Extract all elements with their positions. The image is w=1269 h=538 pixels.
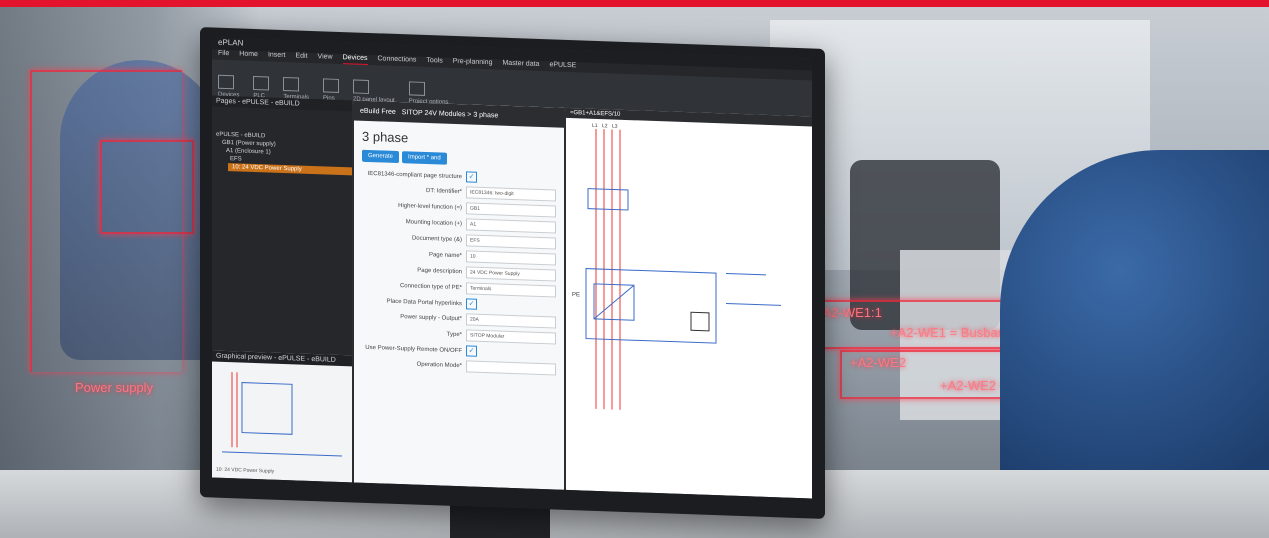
preview-schematic xyxy=(222,372,342,457)
ribbon-group-pins: Pins xyxy=(323,65,340,102)
operation-mode-select[interactable] xyxy=(466,360,556,376)
navigator-icon[interactable] xyxy=(218,74,234,90)
hologram-label-we2: +A2-WE2 xyxy=(850,355,906,370)
field-row: Mounting location (+) A1 xyxy=(362,215,556,234)
hologram-box-left xyxy=(100,140,194,234)
menu-master-data[interactable]: Master data xyxy=(502,60,539,71)
field-row: Document type (&) EFS xyxy=(362,231,556,250)
field-row: Operation Mode* xyxy=(362,357,556,376)
monitor: ePLAN File Home Insert Edit View Devices… xyxy=(200,27,825,519)
menu-pre-planning[interactable]: Pre-planning xyxy=(453,58,493,69)
dt-identifier-select[interactable]: IEC81346: two-digit xyxy=(466,186,556,202)
plc-icon[interactable] xyxy=(253,75,270,91)
generate-button[interactable]: Generate xyxy=(362,149,400,164)
schematic-drawing: PE L1 L2 L3 xyxy=(572,123,781,410)
menu-connections[interactable]: Connections xyxy=(378,55,417,66)
field-row: Connection type of PE* Terminals xyxy=(362,279,556,298)
ribbon-group-panel-layout: 2D panel layout xyxy=(353,66,395,104)
menu-edit[interactable]: Edit xyxy=(295,52,307,62)
document-type-field[interactable]: EFS xyxy=(466,234,556,250)
menu-epulse[interactable]: ePULSE xyxy=(549,61,576,72)
import-button[interactable]: Import * and xyxy=(402,151,447,165)
field-row: Higher-level function (=) GB1 xyxy=(362,199,556,218)
field-row: Type* SITOP Modular xyxy=(362,326,556,345)
field-row: Page name* 10 xyxy=(362,247,556,266)
brand-accent-bar xyxy=(0,0,1269,7)
project-options-icon[interactable] xyxy=(408,81,425,96)
hologram-label-we1: +A2-WE1:1 xyxy=(815,305,882,320)
terminal-icon[interactable] xyxy=(283,76,300,92)
menu-view[interactable]: View xyxy=(318,53,333,64)
ribbon-group-plc: PLC xyxy=(253,63,270,100)
ribbon-group-devices: Devices xyxy=(218,62,239,98)
status-text: 10: 24 VDC Power Supply xyxy=(216,466,275,475)
panel-layout-icon[interactable] xyxy=(353,79,370,94)
checkbox-iec-structure[interactable]: ✓ xyxy=(466,171,477,183)
form-actions: Generate Import * and xyxy=(362,149,556,169)
photo-scene: Power supply +A2-WE1:1 +A2-WE1 = Busbar … xyxy=(0,0,1269,538)
monitor-screen: ePLAN File Home Insert Edit View Devices… xyxy=(212,37,812,499)
menu-file[interactable]: File xyxy=(218,50,229,60)
schematic-l3-label: L3 xyxy=(612,123,618,129)
pages-navigator: Pages - ePULSE - eBUILD ePULSE - eBUILD … xyxy=(212,95,352,483)
schematic-pe-label: PE xyxy=(572,292,580,298)
graphical-preview: Graphical preview - ePULSE - eBUILD 10: … xyxy=(212,350,352,483)
pin-icon[interactable] xyxy=(323,78,340,93)
menu-tools[interactable]: Tools xyxy=(426,57,442,68)
field-row: Page description 24 VDC Power Supply xyxy=(362,263,556,282)
field-row: Power supply - Output* 20A xyxy=(362,310,556,329)
page-description-field[interactable]: 24 VDC Power Supply xyxy=(466,266,556,282)
page-name-field[interactable]: 10 xyxy=(466,250,556,266)
ebuild-form: eBuild Free SITOP 24V Modules > 3 phase … xyxy=(354,100,564,490)
schematic-l2-label: L2 xyxy=(602,123,608,129)
ebuild-tab-title: eBuild Free xyxy=(360,107,396,116)
breadcrumb: SITOP 24V Modules > 3 phase xyxy=(401,108,499,120)
ribbon-group-terminals: Terminals xyxy=(283,64,309,101)
schematic-view: =GB1+A1&EFS/10 PE L1 L2 L3 xyxy=(566,107,812,499)
menu-insert[interactable]: Insert xyxy=(268,51,286,62)
schematic-l1-label: L1 xyxy=(592,123,598,129)
power-output-select[interactable]: 20A xyxy=(466,313,556,329)
menu-devices[interactable]: Devices xyxy=(342,54,368,65)
type-select[interactable]: SITOP Modular xyxy=(466,329,556,345)
mounting-location-field[interactable]: A1 xyxy=(466,218,556,234)
menu-home[interactable]: Home xyxy=(239,50,258,61)
checkbox-remote-onoff[interactable]: ✓ xyxy=(466,345,477,357)
app-title: ePLAN xyxy=(218,37,244,48)
higher-level-function-field[interactable]: GB1 xyxy=(466,202,556,218)
checkbox-data-portal[interactable]: ✓ xyxy=(466,298,477,310)
form-heading: 3 phase xyxy=(362,128,409,146)
pe-connection-select[interactable]: Terminals xyxy=(466,282,556,298)
ribbon-group-project-options: Project options xyxy=(408,68,448,106)
field-row: DT: Identifier* IEC81346: two-digit xyxy=(362,183,556,202)
monitor-stand xyxy=(450,505,550,538)
hologram-label-power-supply: Power supply xyxy=(75,380,154,395)
